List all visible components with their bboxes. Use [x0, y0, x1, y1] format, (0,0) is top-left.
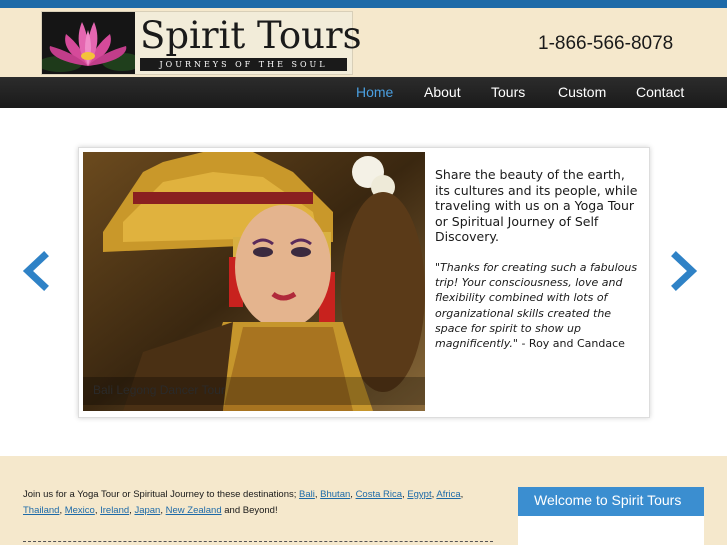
main-nav: Home About Tours Custom Contact — [0, 77, 727, 108]
destinations-intro: Join us for a Yoga Tour or Spiritual Jou… — [23, 489, 300, 500]
site-logo[interactable]: Spirit Tours JOURNEYS OF THE SOUL — [41, 11, 362, 75]
testimonial: "Thanks for creating such a fabulous tri… — [435, 260, 640, 351]
lotus-flower-image — [42, 12, 135, 74]
slider-intro-text: Share the beauty of the earth, its cultu… — [435, 167, 638, 244]
legong-dancer-photo: Bali Legong Dancer Tour — [83, 152, 425, 411]
welcome-panel: Welcome to Spirit Tours — [518, 487, 704, 545]
site-header: Spirit Tours JOURNEYS OF THE SOUL 1-866-… — [0, 8, 727, 77]
destination-link-costa-rica[interactable]: Costa Rica — [356, 489, 402, 500]
testimonial-author: - Roy and Candace — [517, 337, 625, 351]
hero-section: Bali Legong Dancer Tour Share the beauty… — [0, 108, 727, 456]
destination-link-mexico[interactable]: Mexico — [65, 505, 95, 516]
photo-caption-text: Bali Legong Dancer Tour — [93, 383, 225, 397]
destination-link-egypt[interactable]: Egypt — [407, 489, 431, 500]
destination-link-japan[interactable]: Japan — [134, 505, 160, 516]
destinations-section: Join us for a Yoga Tour or Spiritual Jou… — [0, 456, 727, 545]
top-accent-stripe — [0, 0, 727, 8]
destination-link-bali[interactable]: Bali — [299, 489, 315, 500]
brand-tagline: JOURNEYS OF THE SOUL — [140, 58, 347, 71]
slider-next-button[interactable] — [662, 251, 702, 291]
chevron-left-icon — [22, 251, 49, 291]
slider-prev-button[interactable] — [18, 251, 58, 291]
destination-link-bhutan[interactable]: Bhutan — [320, 489, 350, 500]
nav-item-contact[interactable]: Contact — [636, 77, 684, 108]
nav-item-about[interactable]: About — [424, 77, 461, 108]
slider: Bali Legong Dancer Tour Share the beauty… — [78, 147, 650, 418]
chevron-right-icon — [671, 251, 698, 291]
destination-link-thailand[interactable]: Thailand — [23, 505, 59, 516]
brand-title: Spirit Tours — [140, 14, 362, 57]
destination-link-new-zealand[interactable]: New Zealand — [166, 505, 222, 516]
photo-caption: Bali Legong Dancer Tour — [83, 377, 425, 405]
phone-number[interactable]: 1-866-566-8078 — [538, 33, 673, 55]
dashed-divider — [23, 541, 493, 542]
destination-link-africa[interactable]: Africa — [436, 489, 460, 500]
nav-item-home[interactable]: Home — [356, 77, 393, 108]
welcome-title: Welcome to Spirit Tours — [518, 487, 704, 516]
destination-link-ireland[interactable]: Ireland — [100, 505, 129, 516]
destinations-text: Join us for a Yoga Tour or Spiritual Jou… — [23, 489, 464, 516]
nav-item-tours[interactable]: Tours — [491, 77, 525, 108]
nav-item-custom[interactable]: Custom — [558, 77, 606, 108]
destinations-outro: and Beyond! — [221, 505, 278, 516]
